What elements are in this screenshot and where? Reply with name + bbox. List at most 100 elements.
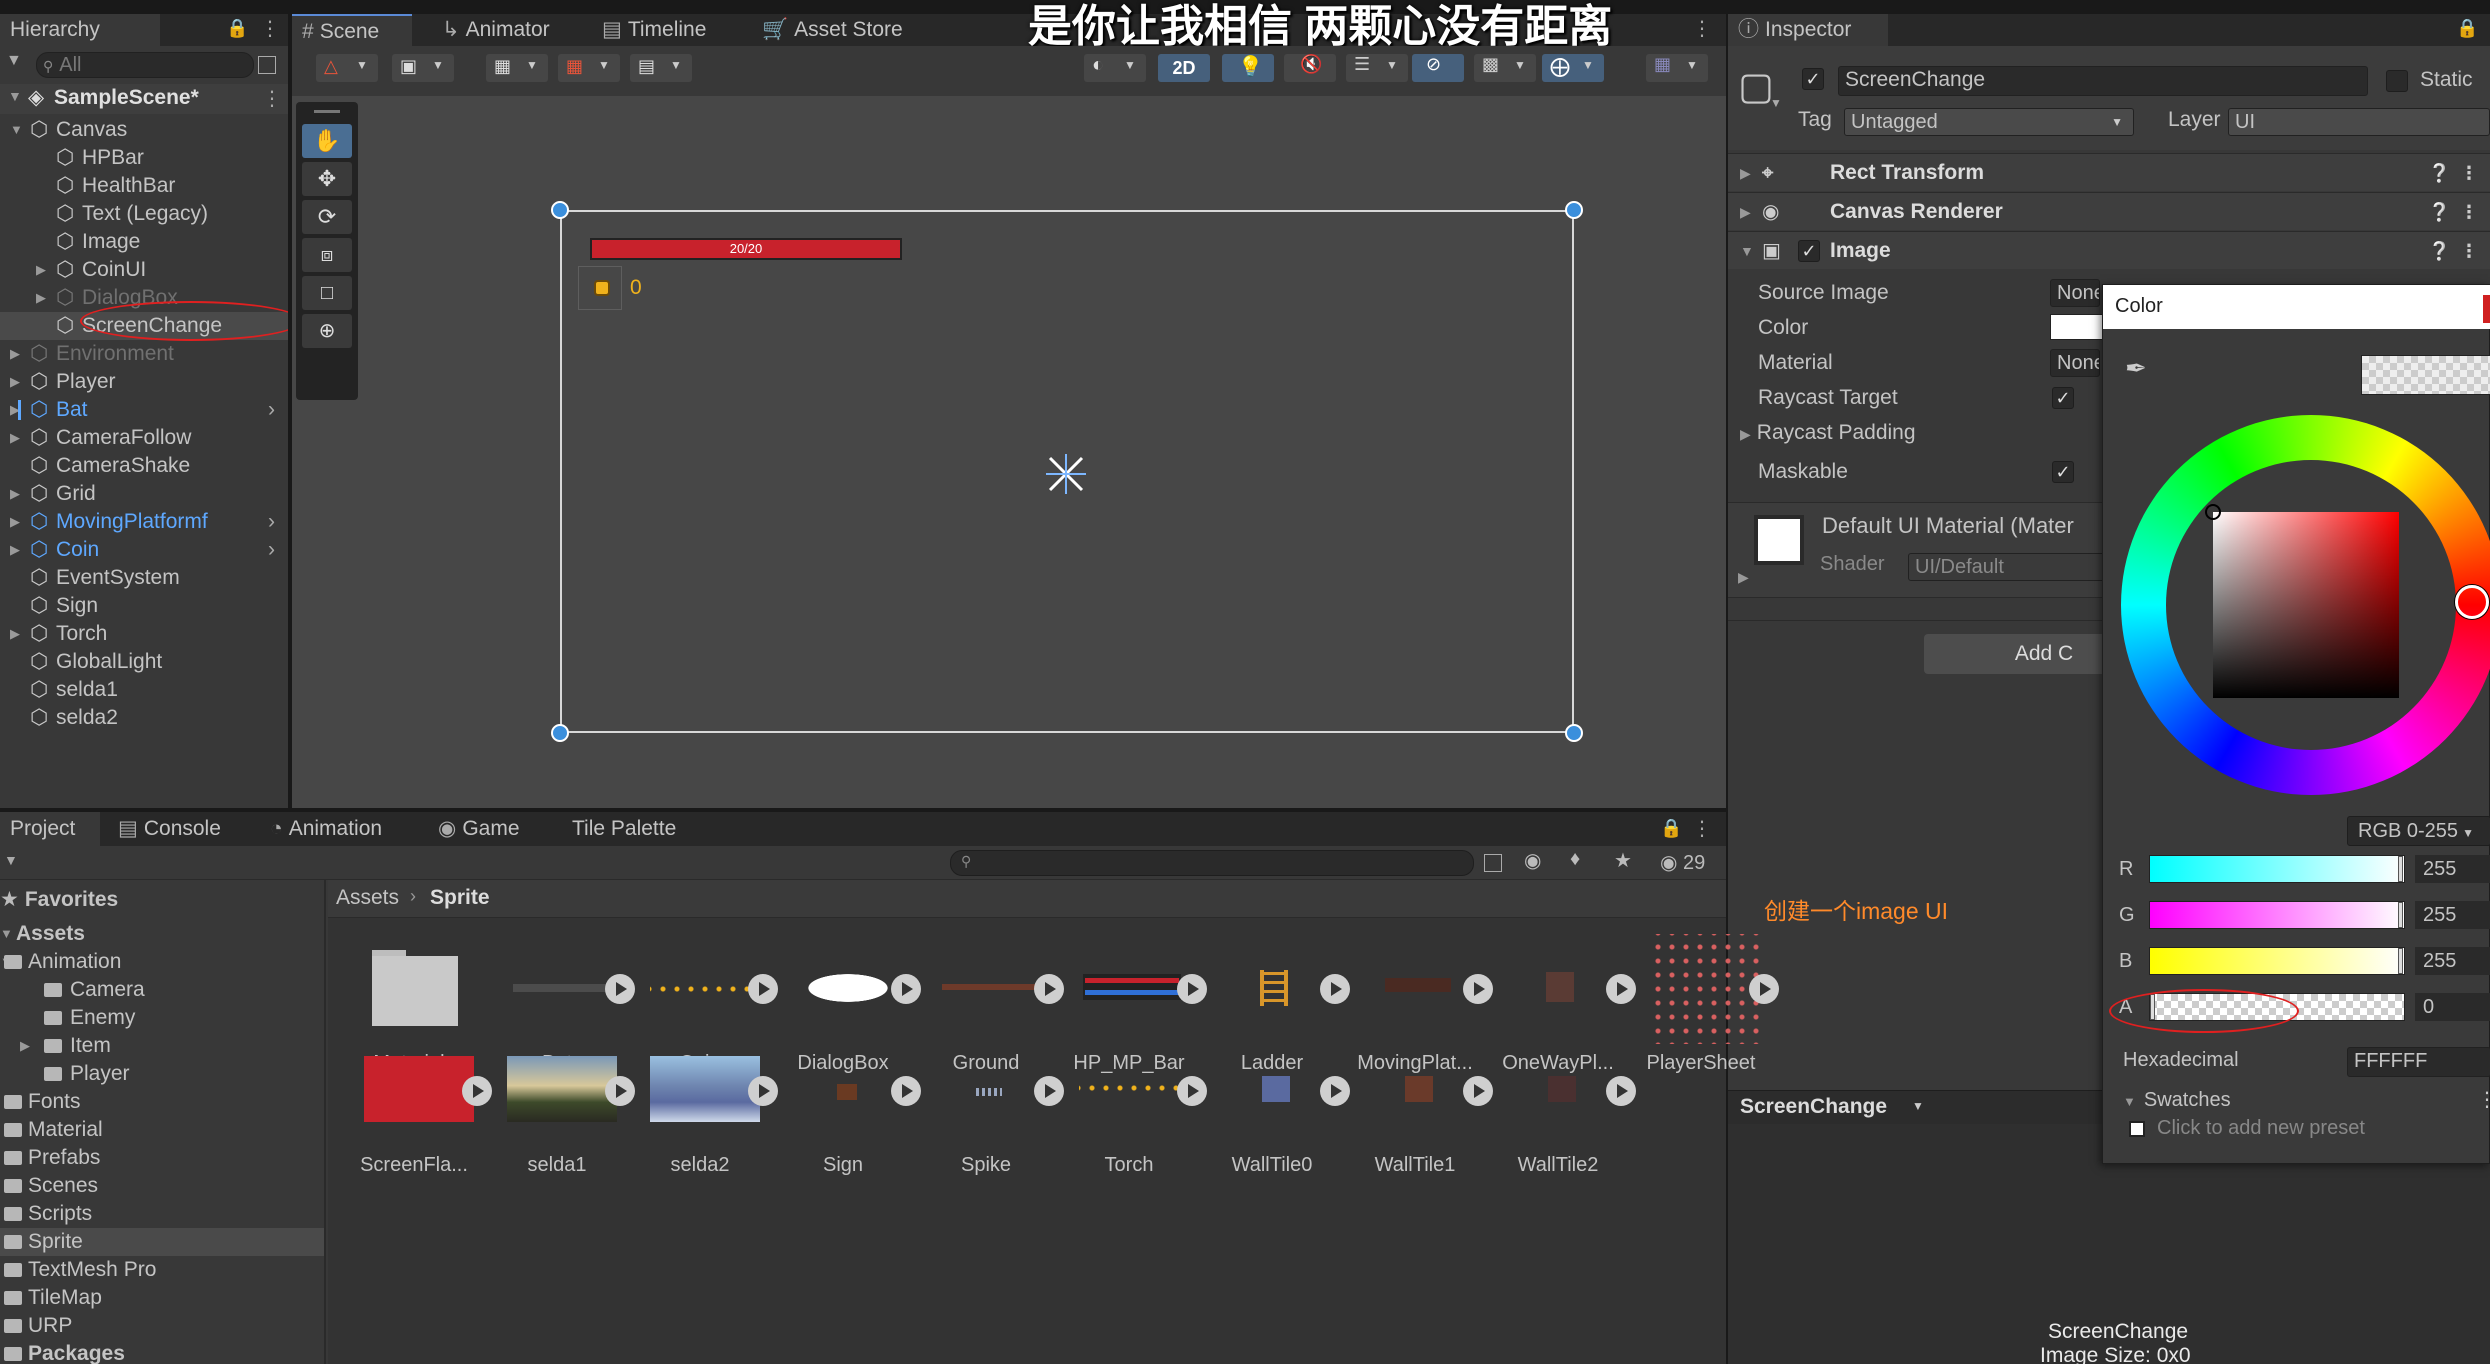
settings-icon[interactable]: ⋮ [2460,232,2478,270]
maskable-checkbox[interactable]: ✓ [2052,461,2074,483]
folder-item[interactable]: Scenes [0,1172,324,1200]
hierarchy-item[interactable]: ▶ ⬡ Grid [0,480,288,508]
settings-icon[interactable]: ⋮ [2460,154,2478,192]
layer-dropdown[interactable]: UI [2228,108,2490,136]
expand-sprite-icon[interactable] [1177,974,1207,1004]
lighting-toggle[interactable]: 💡 [1222,54,1274,82]
breadcrumb-assets[interactable]: Assets [336,886,399,910]
channel-slider[interactable] [2149,901,2405,929]
folder-item[interactable]: Packages [0,1340,324,1364]
tab-console[interactable]: ▤ Console [108,812,248,846]
favorites-item[interactable]: ★ Favorites [0,886,118,914]
folder-item[interactable]: Camera [0,976,324,1004]
expand-sprite-icon[interactable] [605,974,635,1004]
tab-project[interactable]: Project [0,812,100,846]
hierarchy-item[interactable]: ▶ ⬡ Bat › [0,396,288,424]
folder-item[interactable]: Scripts [0,1200,324,1228]
folder-item[interactable]: TextMesh Pro [0,1256,324,1284]
expand-sprite-icon[interactable] [1034,974,1064,1004]
assets-root-item[interactable]: ▼ Assets [0,920,85,948]
hue-handle[interactable] [2455,585,2489,619]
rect-handle-top-left[interactable] [551,201,569,219]
expand-sprite-icon[interactable] [1034,1076,1064,1106]
hidden-objects-toggle[interactable]: ⊘ [1412,54,1464,82]
2d-toggle-button[interactable]: 2D [1158,54,1210,82]
tab-asset-store[interactable]: 🛒 Asset Store [752,14,932,46]
channel-slider[interactable] [2149,947,2405,975]
channel-value-input[interactable]: 0 [2415,993,2490,1021]
asset-item[interactable]: WallTile2 [1490,1036,1636,1196]
expand-sprite-icon[interactable] [891,1076,921,1106]
channel-value-input[interactable]: 255 [2415,855,2490,883]
expand-search-icon[interactable] [258,56,276,74]
hierarchy-item[interactable]: ▼ ⬡ Canvas [0,116,288,144]
raycast-target-checkbox[interactable]: ✓ [2052,387,2074,409]
filter-type-icon[interactable]: ◉ [1524,848,1541,873]
asset-item[interactable]: Torch [1061,1036,1207,1196]
asset-item[interactable]: Sign [775,1036,921,1196]
hierarchy-item[interactable]: ⬡ selda2 [0,704,288,732]
expand-sprite-icon[interactable] [1320,1076,1350,1106]
hierarchy-item[interactable]: ▶ ⬡ Player [0,368,288,396]
color-mode-dropdown[interactable]: RGB 0-255 ▼ [2347,816,2490,846]
source-image-field[interactable]: None [2050,279,2100,307]
folder-item[interactable]: ▼Animation [0,948,324,976]
project-search-input[interactable]: ⚲ [950,850,1474,876]
center-pivot-icon[interactable] [1044,452,1088,496]
hierarchy-item[interactable]: ⬡ HealthBar [0,172,288,200]
asset-item[interactable]: Spike [918,1036,1064,1196]
expand-sprite-icon[interactable] [891,974,921,1004]
expand-sprite-icon[interactable] [748,974,778,1004]
scene-header-row[interactable]: ▼ ◈ SampleScene* ⋮ [0,84,288,114]
component-rect-transform[interactable]: ▶ ⌖ Rect Transform ❔ ⋮ [1728,153,2490,191]
icon-dropdown-icon[interactable]: ▼ [1770,96,1782,110]
fold-arrow-icon[interactable]: ▶ [20,1032,30,1060]
fold-open-icon[interactable]: ▼ [10,116,23,144]
expand-sprite-icon[interactable] [748,1076,778,1106]
folder-item[interactable]: Fonts [0,1088,324,1116]
channel-slider[interactable] [2149,855,2405,883]
fold-closed-icon[interactable]: ▶ [10,620,20,648]
rect-tool-icon[interactable]: □ [302,276,352,310]
hierarchy-search-input[interactable]: ⚲ All [36,52,254,78]
hierarchy-item[interactable]: ▶ ⬡ Torch [0,620,288,648]
overlay-dropdown[interactable]: ▦ ▼ [1646,54,1708,82]
image-enabled-checkbox[interactable]: ✓ [1798,240,1820,262]
folder-item[interactable]: URP [0,1312,324,1340]
fold-arrow-icon[interactable]: ▼ [1740,232,1754,270]
transform-tool-icon[interactable]: ⊕ [302,314,352,348]
folder-item[interactable]: TileMap [0,1284,324,1312]
active-checkbox[interactable]: ✓ [1802,68,1824,90]
preset-swatch[interactable] [2129,1121,2145,1137]
tab-game[interactable]: ◉ Game [428,812,548,846]
saturation-value-square[interactable] [2213,512,2399,698]
expand-sprite-icon[interactable] [1606,974,1636,1004]
scene-kebab-icon[interactable]: ⋮ [1692,16,1712,41]
hand-tool-icon[interactable]: ✋ [302,124,352,158]
slider-thumb[interactable] [2398,856,2403,882]
shading-mode-dropdown[interactable]: ◐ ▼ [1084,54,1146,82]
hierarchy-item[interactable]: ⬡ selda1 [0,676,288,704]
help-icon[interactable]: ❔ [2428,193,2450,231]
hierarchy-item[interactable]: ⬡ EventSystem [0,564,288,592]
material-field[interactable]: None [2050,349,2100,377]
asset-item[interactable]: selda2 [632,1036,778,1196]
tab-hierarchy[interactable]: Hierarchy [0,14,160,46]
hierarchy-item[interactable]: ⬡ Sign [0,592,288,620]
hierarchy-item[interactable]: ▶ ⬡ Coin › [0,536,288,564]
rect-handle-bottom-right[interactable] [1565,724,1583,742]
expand-sprite-icon[interactable] [462,1076,492,1106]
folder-item[interactable]: ▶ Item [0,1032,324,1060]
help-icon[interactable]: ❔ [2428,232,2450,270]
chevron-right-icon[interactable]: › [268,508,275,536]
expand-sprite-icon[interactable] [1749,974,1779,1004]
hierarchy-item[interactable]: ⬡ Image [0,228,288,256]
project-lock-icon[interactable]: 🔒 [1660,818,1682,839]
hierarchy-item[interactable]: ▶ ⬡ Environment [0,340,288,368]
gizmos-dropdown[interactable]: ⨁ ▼ [1542,54,1604,82]
snap-increment-dropdown[interactable]: ▦ ▼ [558,54,620,82]
expand-sprite-icon[interactable] [1320,974,1350,1004]
scene-view[interactable]: △ ▼ ▣ ▼ ▦ ▼ ▦ ▼ ▤ ▼ ◐ ▼ 2D 💡 🔇 ☰ ▼ ⊘ ▩ ▼ ⨁ ▼ ▦ ▼ ✋… [292,46,1726,808]
tab-tile-palette[interactable]: Tile Palette [562,812,742,846]
expand-sprite-icon[interactable] [1463,1076,1493,1106]
